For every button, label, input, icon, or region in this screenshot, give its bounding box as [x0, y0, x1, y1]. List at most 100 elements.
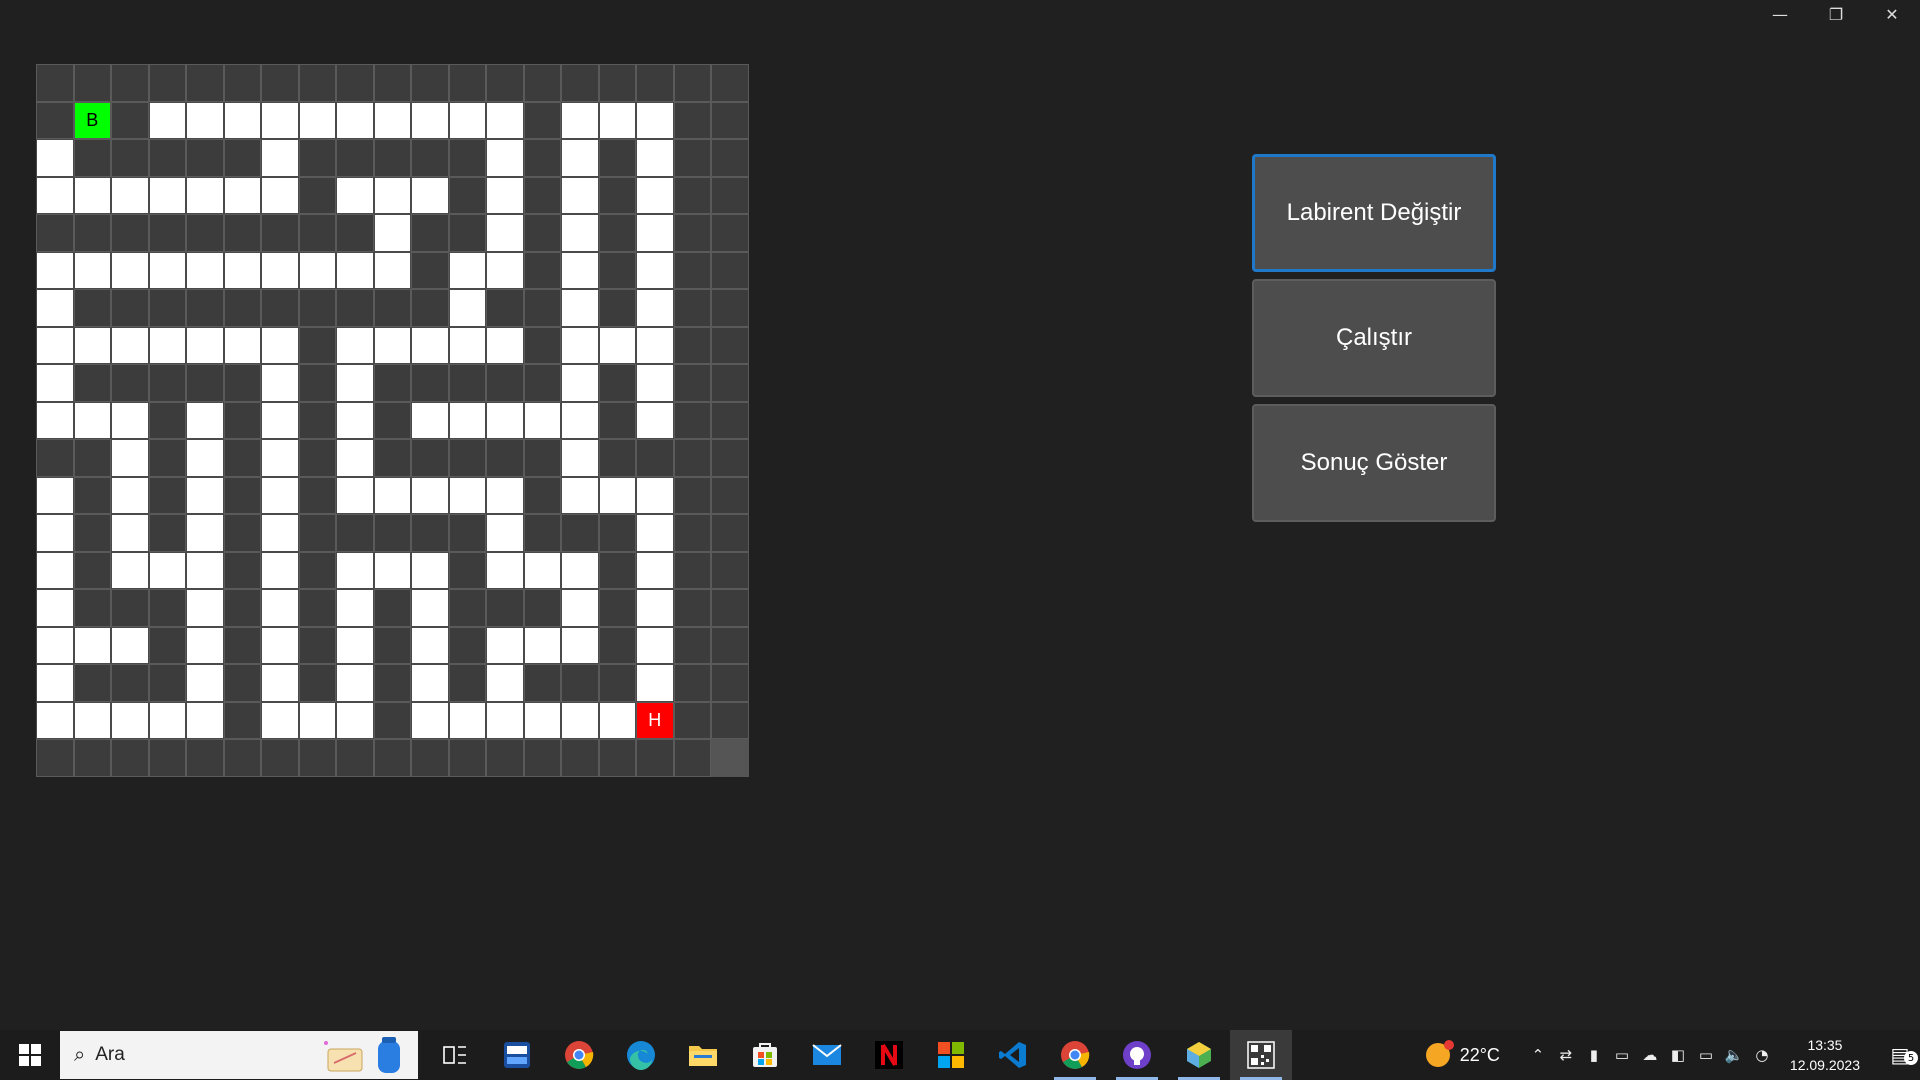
- chrome-profile-icon[interactable]: [1044, 1030, 1106, 1080]
- maze-wall-cell: [111, 739, 149, 777]
- security-icon[interactable]: ◧: [1664, 1046, 1692, 1064]
- maze-path-cell: [186, 514, 224, 552]
- task-view-icon[interactable]: [424, 1030, 486, 1080]
- devcx-icon[interactable]: [486, 1030, 548, 1080]
- change-maze-button[interactable]: Labirent Değiştir: [1252, 154, 1496, 272]
- office-icon[interactable]: [920, 1030, 982, 1080]
- maze-path-cell: [261, 589, 299, 627]
- maze-path-cell: [261, 439, 299, 477]
- maze-path-cell: [373, 476, 411, 514]
- show-hidden-icons-icon[interactable]: ⌃: [1524, 1046, 1552, 1064]
- maze-wall-cell: [448, 214, 486, 252]
- mail-icon[interactable]: [796, 1030, 858, 1080]
- maze-path-cell: [36, 626, 74, 664]
- camera-icon[interactable]: ▭: [1608, 1046, 1636, 1064]
- maze-wall-cell: [298, 401, 336, 439]
- weather-widget[interactable]: 22°C: [1425, 1040, 1500, 1067]
- file-explorer-icon[interactable]: [672, 1030, 734, 1080]
- clock[interactable]: 13:35 12.09.2023: [1790, 1035, 1860, 1075]
- maze-wall-cell: [223, 64, 261, 102]
- edge-icon[interactable]: [610, 1030, 672, 1080]
- maze-wall-cell: [336, 64, 374, 102]
- maze-wall-cell: [373, 589, 411, 627]
- maze-wall-cell: [373, 364, 411, 402]
- maze-wall-cell: [298, 214, 336, 252]
- maze-wall-cell: [373, 401, 411, 439]
- maze-path-cell: [261, 514, 299, 552]
- notification-center-icon[interactable]: ▤ 5: [1880, 1043, 1920, 1067]
- netflix-icon[interactable]: [858, 1030, 920, 1080]
- maze-wall-cell: [673, 626, 711, 664]
- maze-wall-cell: [111, 64, 149, 102]
- close-button[interactable]: ✕: [1864, 0, 1920, 28]
- volume-icon[interactable]: 🔈: [1720, 1046, 1748, 1064]
- maze-wall-cell: [711, 551, 749, 589]
- network-transfer-icon[interactable]: ⇄: [1552, 1046, 1580, 1064]
- maze-wall-cell: [223, 364, 261, 402]
- taskbar-search[interactable]: ⌕ Ara: [60, 1031, 418, 1079]
- maze-path-cell: [523, 626, 561, 664]
- maze-path-cell: [448, 101, 486, 139]
- maze-path-cell: [223, 251, 261, 289]
- maze-wall-cell: [261, 739, 299, 777]
- maze-wall-cell: [673, 589, 711, 627]
- maze-wall-cell: [261, 214, 299, 252]
- maze-wall-cell: [373, 139, 411, 177]
- maze-wall-cell: [523, 101, 561, 139]
- meter-icon[interactable]: ▮: [1580, 1046, 1608, 1064]
- maze-wall-cell: [486, 439, 524, 477]
- maze-wall-cell: [411, 439, 449, 477]
- maze-wall-cell: [148, 589, 186, 627]
- qr-app-icon[interactable]: [1230, 1030, 1292, 1080]
- maze-wall-cell: [73, 589, 111, 627]
- run-button[interactable]: Çalıştır: [1252, 279, 1496, 397]
- maze-wall-cell: [298, 514, 336, 552]
- maze-path-cell: [186, 101, 224, 139]
- maze-path-cell: [73, 176, 111, 214]
- maze-wall-cell: [448, 439, 486, 477]
- restore-button[interactable]: ❐: [1808, 0, 1864, 28]
- box-app-icon[interactable]: [1168, 1030, 1230, 1080]
- maze-wall-cell: [186, 139, 224, 177]
- maze-wall-cell: [598, 439, 636, 477]
- maze-path-cell: [486, 176, 524, 214]
- store-icon[interactable]: [734, 1030, 796, 1080]
- maze-path-cell: [186, 251, 224, 289]
- maze-wall-cell: [523, 739, 561, 777]
- maze-path-cell: [636, 326, 674, 364]
- maze-wall-cell: [298, 64, 336, 102]
- maze-path-cell: [598, 701, 636, 739]
- maze-path-cell: [448, 251, 486, 289]
- maze-wall-cell: [673, 664, 711, 702]
- maze-wall-cell: [36, 64, 74, 102]
- battery-icon[interactable]: ▭: [1692, 1046, 1720, 1064]
- maze-wall-cell: [673, 514, 711, 552]
- maze-path-cell: [111, 439, 149, 477]
- chrome-icon[interactable]: [548, 1030, 610, 1080]
- vscode-icon[interactable]: [982, 1030, 1044, 1080]
- maze-wall-cell: [523, 514, 561, 552]
- maze-path-cell: [561, 289, 599, 327]
- maze-path-cell: [486, 139, 524, 177]
- maze-wall-cell: [636, 739, 674, 777]
- maze-path-cell: [36, 664, 74, 702]
- maze-wall-cell: [523, 289, 561, 327]
- maze-wall-cell: [523, 589, 561, 627]
- maze-path-cell: [561, 626, 599, 664]
- maze-path-cell: [36, 401, 74, 439]
- start-button[interactable]: [0, 1030, 60, 1080]
- maze-wall-cell: [598, 176, 636, 214]
- maze-wall-cell: [336, 739, 374, 777]
- maze-path-cell: [186, 326, 224, 364]
- maze-path-cell: [336, 251, 374, 289]
- maze-wall-cell: [448, 64, 486, 102]
- minimize-button[interactable]: —: [1752, 0, 1808, 28]
- maze-wall-cell: [561, 739, 599, 777]
- maze-wall-cell: [298, 739, 336, 777]
- maze-path-cell: [561, 139, 599, 177]
- maze-wall-cell: [148, 139, 186, 177]
- onedrive-icon[interactable]: ☁: [1636, 1046, 1664, 1064]
- github-desktop-icon[interactable]: [1106, 1030, 1168, 1080]
- wifi-icon[interactable]: ◔: [1748, 1046, 1776, 1064]
- show-result-button[interactable]: Sonuç Göster: [1252, 404, 1496, 522]
